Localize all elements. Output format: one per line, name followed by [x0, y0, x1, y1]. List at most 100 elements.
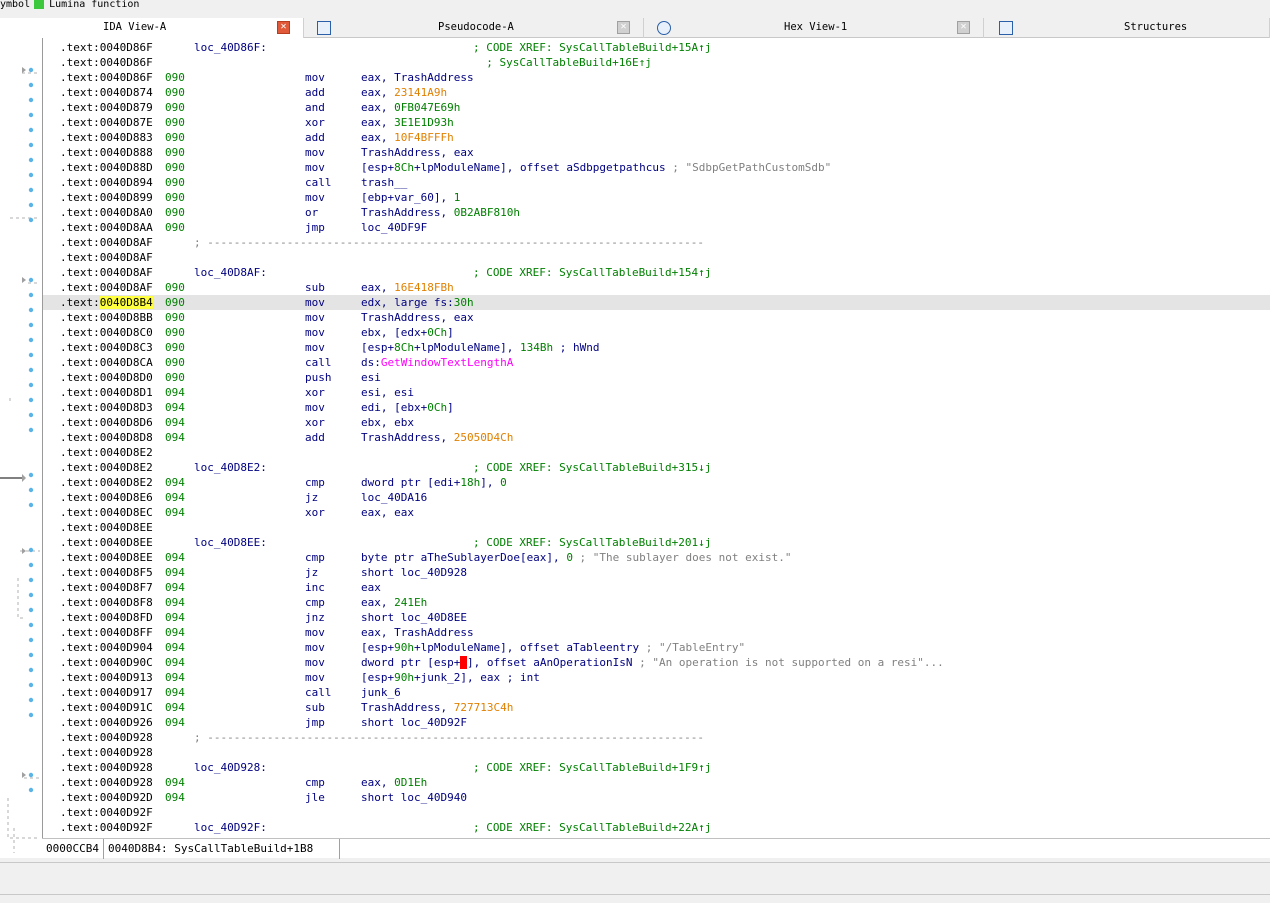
code-line[interactable]: .text:0040D8E2	[43, 445, 1270, 460]
code-line[interactable]: .text:0040D8AF loc_40D8AF: ; CODE XREF: Sy…	[43, 265, 1270, 280]
operands[interactable]: short loc_40D8EE	[361, 610, 467, 625]
code-line[interactable]: .text:0040D8E2 094 cmp dword ptr [edi+18h],…	[43, 475, 1270, 490]
operands[interactable]: eax, 241Eh	[361, 595, 427, 610]
code-line[interactable]: .text:0040D8E2 loc_40D8E2: ; CODE XREF: Sy…	[43, 460, 1270, 475]
code-line[interactable]: .text:0040D879 090 and eax, 0FB047E69h	[43, 100, 1270, 115]
code-line[interactable]: .text:0040D8EE	[43, 520, 1270, 535]
xref-comment[interactable]: ; CODE XREF: SysCallTableBuild+154↑j	[473, 265, 711, 280]
code-line[interactable]: .text:0040D8D0 090 push esi	[43, 370, 1270, 385]
code-line[interactable]: .text:0040D8D8 094 add TrashAddress, 25050D…	[43, 430, 1270, 445]
operands[interactable]: TrashAddress, 0B2ABF810h	[361, 205, 520, 220]
xref-comment[interactable]: ; CODE XREF: SysCallTableBuild+201↓j	[473, 535, 711, 550]
tab-ida-view-a[interactable]: IDA View-A ✕	[0, 18, 304, 38]
code-line[interactable]: .text:0040D91C 094 sub TrashAddress, 727713…	[43, 700, 1270, 715]
code-line[interactable]: .text:0040D888 090 mov TrashAddress, eax	[43, 145, 1270, 160]
operands[interactable]: dword ptr [esp+8], offset aAnOperationIs…	[361, 655, 944, 670]
operands[interactable]: TrashAddress, eax	[361, 145, 474, 160]
code-line[interactable]: .text:0040D86F ; SysCallTableBuild+16E↑j	[43, 55, 1270, 70]
operands[interactable]: edi, [ebx+0Ch]	[361, 400, 454, 415]
code-line[interactable]: .text:0040D904 094 mov [esp+90h+lpModuleNam…	[43, 640, 1270, 655]
xref-comment[interactable]: ; CODE XREF: SysCallTableBuild+315↓j	[473, 460, 711, 475]
code-line[interactable]: .text:0040D8FF 094 mov eax, TrashAddress	[43, 625, 1270, 640]
operands[interactable]: byte ptr aTheSublayerDoe[eax], 0 ; "The …	[361, 550, 791, 565]
code-line[interactable]: .text:0040D8B4 090 mov edx, large fs:30h	[43, 295, 1270, 310]
code-line[interactable]: .text:0040D8BB 090 mov TrashAddress, eax	[43, 310, 1270, 325]
code-line[interactable]: .text:0040D8E6 094 jz loc_40DA16	[43, 490, 1270, 505]
tab-structures[interactable]: Structures	[984, 18, 1270, 38]
operands[interactable]: trash__	[361, 175, 407, 190]
operands[interactable]: esi	[361, 370, 381, 385]
operands[interactable]: short loc_40D92F	[361, 715, 467, 730]
code-line[interactable]: .text:0040D92F	[43, 805, 1270, 820]
tab-hex-view-1[interactable]: Hex View-1 ✕	[644, 18, 984, 38]
code-line[interactable]: .text:0040D8AF ; ------------------------…	[43, 235, 1270, 250]
code-label[interactable]: loc_40D92F:	[194, 820, 267, 835]
code-line[interactable]: .text:0040D917 094 call junk_6	[43, 685, 1270, 700]
code-line[interactable]: .text:0040D8D6 094 xor ebx, ebx	[43, 415, 1270, 430]
operands[interactable]: eax, eax	[361, 505, 414, 520]
code-line[interactable]: .text:0040D92D 094 jle short loc_40D940	[43, 790, 1270, 805]
code-line[interactable]: .text:0040D8F5 094 jz short loc_40D928	[43, 565, 1270, 580]
close-icon[interactable]: ✕	[957, 21, 970, 34]
code-line[interactable]: .text:0040D928	[43, 745, 1270, 760]
operands[interactable]: eax, 0FB047E69h	[361, 100, 460, 115]
operands[interactable]: eax, 10F4BFFFh	[361, 130, 454, 145]
code-line[interactable]: .text:0040D8C3 090 mov [esp+8Ch+lpModuleNam…	[43, 340, 1270, 355]
code-line[interactable]: .text:0040D8D1 094 xor esi, esi	[43, 385, 1270, 400]
operands[interactable]: eax, 23141A9h	[361, 85, 447, 100]
code-label[interactable]: loc_40D8EE:	[194, 535, 267, 550]
code-line[interactable]: .text:0040D90C 094 mov dword ptr [esp+8], o…	[43, 655, 1270, 670]
code-line[interactable]: .text:0040D8F8 094 cmp eax, 241Eh	[43, 595, 1270, 610]
code-line[interactable]: .text:0040D8F7 094 inc eax	[43, 580, 1270, 595]
code-line[interactable]: .text:0040D92F loc_40D92F: ; CODE XREF: Sy…	[43, 820, 1270, 835]
xref-comment[interactable]: ; SysCallTableBuild+16E↑j	[473, 55, 652, 70]
code-line[interactable]: .text:0040D8A0 090 or TrashAddress, 0B2ABF8…	[43, 205, 1270, 220]
operands[interactable]: [esp+90h+lpModuleName], offset aTableent…	[361, 640, 745, 655]
operands[interactable]: junk_6	[361, 685, 401, 700]
code-line[interactable]: .text:0040D8AA 090 jmp loc_40DF9F	[43, 220, 1270, 235]
operands[interactable]: ebx, ebx	[361, 415, 414, 430]
operands[interactable]: eax, 0D1Eh	[361, 775, 427, 790]
tab-pseudocode-a[interactable]: Pseudocode-A ✕	[304, 18, 644, 38]
close-icon[interactable]: ✕	[617, 21, 630, 34]
operands[interactable]: [esp+8Ch+lpModuleName], 134Bh ; hWnd	[361, 340, 599, 355]
code-label[interactable]: loc_40D8AF:	[194, 265, 267, 280]
code-line[interactable]: .text:0040D913 094 mov [esp+90h+junk_2], ea…	[43, 670, 1270, 685]
operands[interactable]: [ebp+var_60], 1	[361, 190, 460, 205]
code-line[interactable]: .text:0040D87E 090 xor eax, 3E1E1D93h	[43, 115, 1270, 130]
operands[interactable]: short loc_40D940	[361, 790, 467, 805]
code-line[interactable]: .text:0040D883 090 add eax, 10F4BFFFh	[43, 130, 1270, 145]
code-line[interactable]: .text:0040D894 090 call trash__	[43, 175, 1270, 190]
code-line[interactable]: .text:0040D86F 090 mov eax, TrashAddress	[43, 70, 1270, 85]
operands[interactable]: eax	[361, 580, 381, 595]
code-line[interactable]: .text:0040D88D 090 mov [esp+8Ch+lpModuleNam…	[43, 160, 1270, 175]
operands[interactable]: eax, 3E1E1D93h	[361, 115, 454, 130]
code-line[interactable]: .text:0040D928 ; ------------------------…	[43, 730, 1270, 745]
xref-comment[interactable]: ; CODE XREF: SysCallTableBuild+1F9↑j	[473, 760, 711, 775]
xref-comment[interactable]: ; CODE XREF: SysCallTableBuild+15A↑j	[473, 40, 711, 55]
code-line[interactable]: .text:0040D8FD 094 jnz short loc_40D8EE	[43, 610, 1270, 625]
code-line[interactable]: .text:0040D8EE loc_40D8EE: ; CODE XREF: Sy…	[43, 535, 1270, 550]
code-line[interactable]: .text:0040D8EC 094 xor eax, eax	[43, 505, 1270, 520]
code-line[interactable]: .text:0040D8D3 094 mov edi, [ebx+0Ch]	[43, 400, 1270, 415]
operands[interactable]: [esp+90h+junk_2], eax ; int	[361, 670, 540, 685]
xref-comment[interactable]: ; CODE XREF: SysCallTableBuild+22A↑j	[473, 820, 711, 835]
operands[interactable]: loc_40DA16	[361, 490, 427, 505]
operands[interactable]: dword ptr [edi+18h], 0	[361, 475, 507, 490]
close-icon[interactable]: ✕	[277, 21, 290, 34]
code-line[interactable]: .text:0040D8C0 090 mov ebx, [edx+0Ch]	[43, 325, 1270, 340]
operands[interactable]: eax, TrashAddress	[361, 70, 474, 85]
code-line[interactable]: .text:0040D928 094 cmp eax, 0D1Eh	[43, 775, 1270, 790]
code-label[interactable]: loc_40D928:	[194, 760, 267, 775]
operands[interactable]: short loc_40D928	[361, 565, 467, 580]
code-line[interactable]: .text:0040D86F loc_40D86F: ; CODE XREF: Sy…	[43, 40, 1270, 55]
operands[interactable]: eax, TrashAddress	[361, 625, 474, 640]
code-line[interactable]: .text:0040D8AF 090 sub eax, 16E418FBh	[43, 280, 1270, 295]
operands[interactable]: esi, esi	[361, 385, 414, 400]
code-line[interactable]: .text:0040D926 094 jmp short loc_40D92F	[43, 715, 1270, 730]
code-label[interactable]: loc_40D8E2:	[194, 460, 267, 475]
control-flow-gutter[interactable]	[0, 38, 42, 858]
code-label[interactable]: loc_40D86F:	[194, 40, 267, 55]
code-line[interactable]: .text:0040D874 090 add eax, 23141A9h	[43, 85, 1270, 100]
operands[interactable]: TrashAddress, eax	[361, 310, 474, 325]
